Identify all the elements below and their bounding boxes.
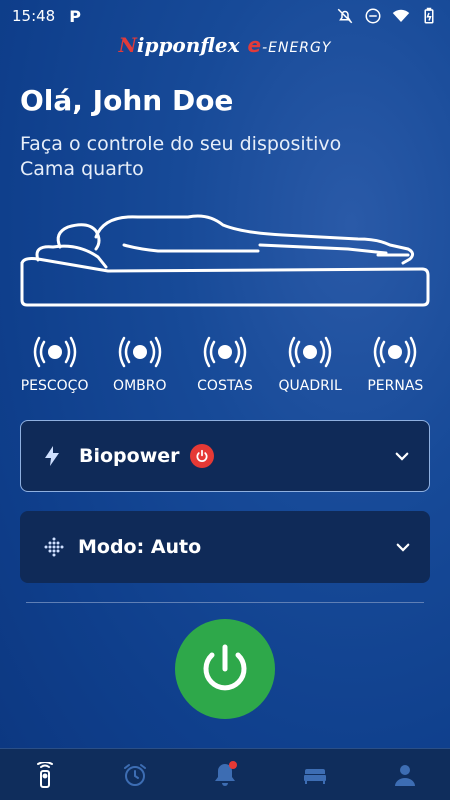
vibration-icon — [203, 336, 247, 368]
bed-icon — [304, 768, 326, 784]
biopower-card[interactable]: Biopower — [20, 420, 430, 492]
power-button[interactable] — [175, 619, 275, 719]
status-bar: 15:48 P — [0, 0, 450, 32]
mode-label: Modo: Auto — [78, 536, 202, 558]
vibration-icon — [374, 336, 417, 368]
nav-profile[interactable] — [375, 749, 435, 800]
mode-card[interactable]: Modo: Auto — [20, 511, 430, 583]
divider — [26, 602, 424, 603]
dots-wave-icon — [44, 537, 64, 557]
massage-zones: PESCOÇO OMBRO COSTAS QUADRIL PERNAS — [0, 334, 450, 394]
status-time: 15:48 — [12, 7, 56, 25]
zone-pernas[interactable]: PERNAS — [353, 334, 437, 394]
zone-pescoco[interactable]: PESCOÇO — [13, 334, 97, 394]
do-not-disturb-icon — [365, 8, 381, 24]
nav-bed[interactable] — [285, 749, 345, 800]
power-icon — [203, 644, 247, 691]
vibration-icon — [33, 336, 76, 368]
user-icon — [395, 764, 415, 786]
app-indicator-icon: P — [69, 6, 81, 26]
chevron-down-icon[interactable] — [393, 447, 411, 465]
status-icons — [336, 7, 438, 25]
wifi-icon — [392, 9, 410, 22]
biopower-label: Biopower — [79, 445, 180, 467]
lightning-icon — [45, 446, 65, 466]
notifications-off-icon — [337, 8, 353, 24]
chevron-down-icon[interactable] — [394, 538, 412, 556]
battery-icon — [424, 7, 434, 24]
nav-notifications[interactable] — [195, 749, 255, 800]
zone-label: QUADRIL — [278, 378, 342, 394]
nav-remote[interactable] — [15, 749, 75, 800]
zone-label: PESCOÇO — [20, 378, 89, 394]
brand-logo: Nipponflex e-ENERGY — [0, 30, 450, 60]
greeting-title: Olá, John Doe — [20, 84, 234, 117]
notification-badge — [229, 760, 237, 769]
zone-label: PERNAS — [367, 378, 424, 394]
zone-ombro[interactable]: OMBRO — [98, 334, 182, 394]
zone-label: COSTAS — [197, 378, 253, 394]
vibration-icon — [288, 336, 332, 368]
e-energy-logo: e-ENERGY — [247, 33, 332, 57]
vibration-icon — [118, 336, 162, 368]
device-name: Cama quarto — [20, 158, 144, 180]
alarm-clock-icon — [124, 763, 146, 786]
nipponflex-logo: Nipponflex — [118, 33, 240, 57]
zone-costas[interactable]: COSTAS — [183, 334, 267, 394]
nav-alarm[interactable] — [105, 749, 165, 800]
zone-label: OMBRO — [113, 378, 167, 394]
remote-icon — [37, 761, 53, 788]
zone-quadril[interactable]: QUADRIL — [268, 334, 352, 394]
bed-person-illustration — [20, 214, 430, 307]
subtitle-line1: Faça o controle do seu dispositivo — [20, 133, 342, 155]
power-icon — [189, 444, 214, 468]
bottom-nav — [0, 748, 450, 800]
device-subtitle: Faça o controle do seu dispositivo Cama … — [20, 132, 341, 182]
